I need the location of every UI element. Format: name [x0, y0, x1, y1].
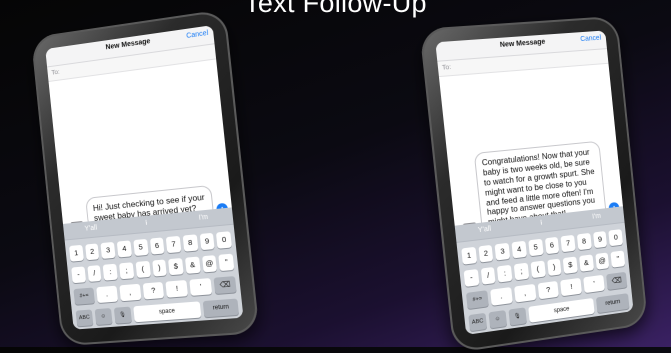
abc-key[interactable]: ABC: [468, 312, 488, 332]
key[interactable]: 6: [149, 237, 165, 255]
key[interactable]: ): [151, 259, 167, 277]
backspace-icon[interactable]: ⌫: [213, 276, 237, 295]
key[interactable]: @: [594, 252, 610, 270]
key[interactable]: 3: [494, 242, 511, 261]
symbols-toggle-key[interactable]: #+=: [465, 290, 489, 310]
key[interactable]: 4: [511, 240, 527, 259]
key[interactable]: 4: [116, 240, 132, 258]
key[interactable]: 9: [592, 230, 608, 249]
key[interactable]: /: [87, 265, 102, 282]
to-label: To:: [51, 68, 60, 77]
key[interactable]: ,: [513, 283, 537, 303]
key[interactable]: 0: [608, 229, 624, 247]
to-label: To:: [441, 63, 452, 72]
key[interactable]: 7: [165, 235, 182, 254]
microphone-icon[interactable]: 🎙: [508, 307, 527, 326]
key[interactable]: (: [135, 260, 151, 278]
key[interactable]: 2: [84, 243, 100, 261]
key[interactable]: 8: [576, 232, 592, 251]
key[interactable]: ': [583, 274, 605, 294]
key[interactable]: 5: [528, 238, 544, 257]
phone-right: New Message Cancel To: › Congratulations…: [419, 15, 649, 353]
key[interactable]: ;: [119, 262, 135, 280]
microphone-icon[interactable]: 🎙: [113, 306, 132, 324]
return-key[interactable]: return: [202, 298, 240, 318]
symbols-toggle-key[interactable]: #+=: [73, 287, 95, 305]
cancel-button[interactable]: Cancel: [186, 30, 209, 40]
cancel-button[interactable]: Cancel: [580, 35, 601, 43]
key[interactable]: &: [184, 256, 201, 274]
key[interactable]: !: [560, 277, 583, 297]
key[interactable]: 3: [100, 241, 116, 259]
key[interactable]: $: [562, 256, 578, 274]
key[interactable]: !: [165, 279, 189, 298]
keyboard: Y'all I I'm 1 2 3 4 5 6 7 8 9 0 - / : ;: [62, 207, 244, 330]
key[interactable]: ": [610, 250, 626, 268]
key[interactable]: ": [218, 253, 235, 272]
key[interactable]: (: [530, 260, 546, 279]
key[interactable]: 2: [478, 244, 494, 263]
key[interactable]: 7: [560, 234, 576, 253]
return-key[interactable]: return: [596, 293, 630, 314]
key[interactable]: -: [463, 269, 480, 287]
key[interactable]: 0: [216, 231, 232, 249]
key[interactable]: :: [103, 263, 118, 281]
key[interactable]: ': [189, 278, 213, 296]
key[interactable]: 9: [199, 232, 215, 251]
key[interactable]: .: [490, 287, 513, 306]
space-key[interactable]: space: [132, 301, 202, 323]
phone-screen: New Message Cancel To: › Congratulations…: [435, 30, 634, 335]
key[interactable]: ): [546, 258, 562, 277]
key[interactable]: $: [168, 257, 184, 276]
key[interactable]: 1: [69, 244, 84, 262]
key[interactable]: .: [96, 285, 118, 304]
phone-left: New Message Cancel To: › Hi! Just checki…: [30, 8, 260, 347]
key[interactable]: 8: [182, 234, 199, 252]
slide-title: Text Follow-Up: [244, 0, 427, 18]
backspace-icon[interactable]: ⌫: [606, 271, 628, 290]
key[interactable]: :: [497, 264, 513, 283]
key[interactable]: -: [71, 266, 86, 284]
key[interactable]: ,: [119, 283, 142, 302]
key[interactable]: ?: [142, 281, 165, 300]
key[interactable]: @: [201, 255, 218, 273]
key[interactable]: ?: [537, 280, 560, 300]
key[interactable]: 1: [461, 246, 477, 265]
emoji-icon[interactable]: ☺: [94, 308, 113, 326]
phone-screen: New Message Cancel To: › Hi! Just checki…: [45, 25, 244, 330]
emoji-icon[interactable]: ☺: [488, 310, 507, 329]
key[interactable]: 5: [133, 238, 149, 257]
abc-key[interactable]: ABC: [75, 309, 94, 327]
key[interactable]: ;: [513, 262, 530, 281]
key[interactable]: /: [480, 266, 496, 285]
key[interactable]: 6: [544, 236, 560, 255]
key[interactable]: &: [578, 254, 594, 272]
